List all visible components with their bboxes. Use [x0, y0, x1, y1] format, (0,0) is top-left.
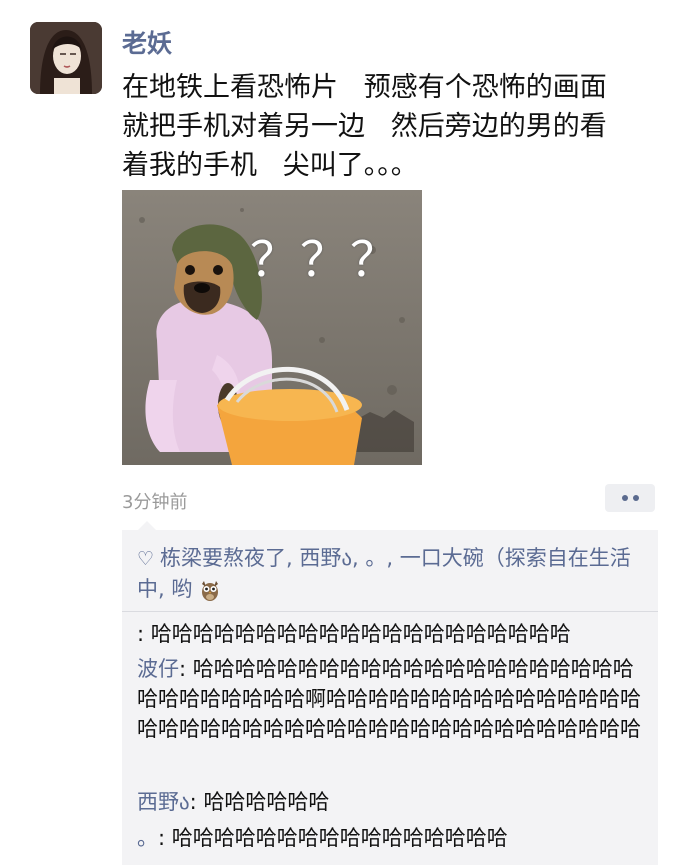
comment-separator: : — [137, 622, 151, 646]
comment-text: 哈哈哈哈哈哈 — [203, 790, 330, 814]
author-avatar[interactable] — [30, 22, 102, 94]
post-text-line: 就把手机对着另一边 然后旁边的男的看 — [122, 111, 607, 142]
comment-separator: : — [189, 790, 204, 814]
more-actions-button[interactable] — [605, 484, 655, 512]
comment-text: 哈哈哈哈哈哈哈哈哈哈哈哈哈哈哈哈哈哈哈哈 — [150, 622, 571, 646]
post-image[interactable]: ？？？ — [122, 190, 422, 465]
likes-divider — [122, 611, 658, 612]
avatar-portrait-icon — [30, 22, 102, 94]
post-timestamp: 3分钟前 — [122, 492, 188, 513]
comment-box-caret — [138, 521, 156, 530]
comment-item[interactable]: 波仔: 哈哈哈哈哈哈哈哈哈哈哈哈哈哈哈哈哈哈哈哈哈哈哈哈哈哈哈哈哈啊哈哈哈哈哈哈… — [137, 654, 652, 744]
dot-icon — [621, 495, 628, 501]
comment-author[interactable]: 西野ა — [137, 790, 190, 814]
owl-emoji-icon — [202, 581, 219, 601]
author-name[interactable]: 老妖 — [122, 24, 172, 60]
comment-separator: : — [179, 657, 193, 681]
post-text: 在地铁上看恐怖片 预感有个恐怖的画面 就把手机对着另一边 然后旁边的男的看 着我… — [122, 68, 667, 185]
comment-author[interactable]: 。 — [137, 826, 158, 850]
post-text-line: 在地铁上看恐怖片 预感有个恐怖的画面 — [122, 72, 607, 103]
heart-outline-icon: ♡ — [137, 548, 155, 570]
comment-text: 哈哈哈哈哈哈哈哈哈哈哈哈哈哈哈哈 — [171, 826, 508, 850]
post-text-line: 着我的手机 尖叫了。。。 — [122, 150, 418, 181]
dot-icon — [632, 495, 639, 501]
comment-author[interactable]: 波仔 — [137, 657, 179, 681]
comment-item[interactable]: : 哈哈哈哈哈哈哈哈哈哈哈哈哈哈哈哈哈哈哈哈 — [137, 619, 652, 649]
likes-row: ♡ 栋梁要熬夜了, 西野ა, 。, 一口大碗（探索自在生活中, 哟 — [137, 543, 652, 604]
comment-separator: : — [158, 826, 172, 850]
comment-text: 哈哈哈哈哈哈哈哈哈哈哈哈哈哈哈哈哈哈哈哈哈哈哈哈哈哈哈哈哈啊哈哈哈哈哈哈哈哈哈哈… — [137, 657, 641, 741]
comment-item[interactable]: 西野ა: 哈哈哈哈哈哈 — [137, 787, 652, 817]
question-marks: ？？？ — [250, 232, 401, 288]
comment-item[interactable]: 。: 哈哈哈哈哈哈哈哈哈哈哈哈哈哈哈哈 — [137, 823, 652, 853]
